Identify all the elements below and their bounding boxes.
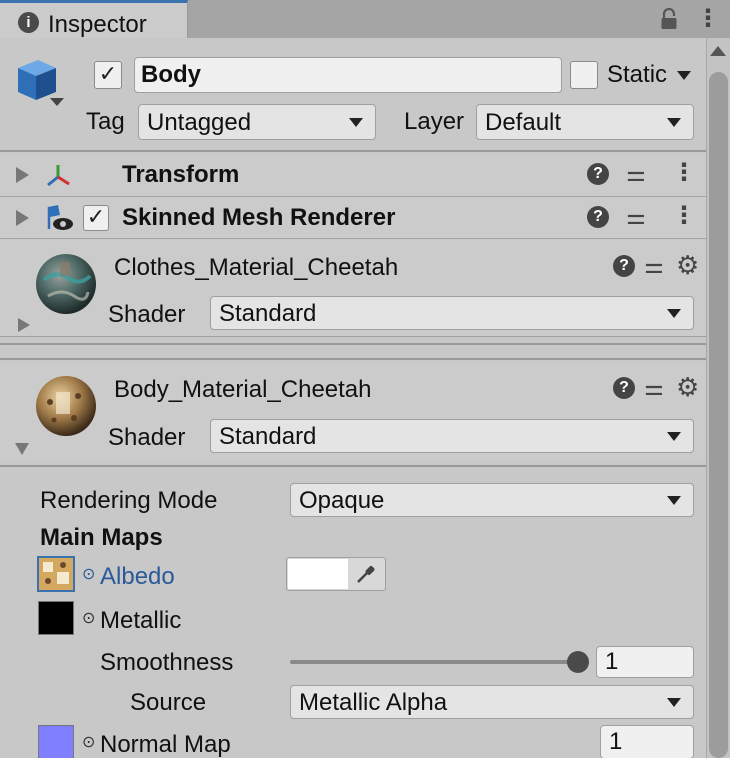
source-dropdown[interactable]: Metallic Alpha xyxy=(290,685,694,719)
material-preview-thumbnail[interactable] xyxy=(34,252,98,316)
static-checkbox[interactable] xyxy=(570,61,598,89)
component-title: Transform xyxy=(122,161,240,188)
rendering-mode-dropdown[interactable]: Opaque xyxy=(290,483,694,517)
normal-map-label: Normal Map xyxy=(100,731,231,758)
chevron-down-icon xyxy=(667,432,681,441)
gameobject-icon xyxy=(14,56,64,110)
scroll-up-arrow-icon[interactable] xyxy=(710,46,726,56)
source-value: Metallic Alpha xyxy=(299,689,448,716)
metallic-texture-slot[interactable] xyxy=(38,601,74,635)
checkmark-icon: ✓ xyxy=(86,204,106,229)
gear-icon[interactable]: ⚙ xyxy=(676,252,699,278)
preset-sliders-icon[interactable]: ⚌ xyxy=(626,206,646,228)
divider xyxy=(0,358,706,360)
transform-icon xyxy=(44,161,72,189)
material-name: Clothes_Material_Cheetah xyxy=(114,254,399,281)
metallic-label: Metallic xyxy=(100,607,182,634)
scrollbar-thumb[interactable] xyxy=(709,72,728,758)
shader-value: Standard xyxy=(219,423,317,450)
foldout-arrow-icon[interactable] xyxy=(16,167,29,183)
help-icon[interactable]: ? xyxy=(613,255,635,277)
layer-value: Default xyxy=(485,109,562,136)
texture-picker-icon[interactable]: ⊙ xyxy=(82,567,95,583)
material-name: Body_Material_Cheetah xyxy=(114,376,372,403)
foldout-arrow-icon[interactable] xyxy=(16,210,29,226)
shader-label: Shader xyxy=(108,301,186,328)
smoothness-slider-thumb[interactable] xyxy=(567,651,589,673)
gear-icon[interactable]: ⚙ xyxy=(676,374,699,400)
static-dropdown-arrow-icon[interactable] xyxy=(677,71,691,80)
main-maps-heading: Main Maps xyxy=(40,524,163,551)
rendering-mode-value: Opaque xyxy=(299,487,385,514)
help-icon[interactable]: ? xyxy=(587,163,609,185)
component-skinned-mesh-renderer[interactable]: ✓ Skinned Mesh Renderer ? ⚌ ⋮ xyxy=(0,197,706,239)
foldout-arrow-icon[interactable] xyxy=(18,318,30,332)
preset-sliders-icon[interactable]: ⚌ xyxy=(626,163,646,185)
divider xyxy=(0,343,706,345)
smoothness-slider-track[interactable] xyxy=(290,660,578,664)
tab-label: Inspector xyxy=(48,11,147,38)
layer-label: Layer xyxy=(404,108,465,135)
skinned-mesh-renderer-icon xyxy=(44,203,74,233)
albedo-label[interactable]: Albedo xyxy=(100,565,175,589)
tag-value: Untagged xyxy=(147,109,252,136)
normal-map-texture-slot[interactable] xyxy=(38,725,74,758)
albedo-color-field[interactable] xyxy=(286,557,386,591)
texture-picker-icon[interactable]: ⊙ xyxy=(82,611,95,627)
chevron-down-icon xyxy=(667,496,681,505)
divider xyxy=(0,465,706,467)
layer-dropdown[interactable]: Default xyxy=(476,104,694,140)
divider xyxy=(0,150,706,152)
eyedropper-icon[interactable] xyxy=(355,563,377,589)
tab-inspector[interactable]: i Inspector xyxy=(0,0,188,38)
component-transform[interactable]: Transform ? ⚌ ⋮ xyxy=(0,153,706,197)
active-checkbox[interactable]: ✓ xyxy=(94,61,122,89)
material-body: Body_Material_Cheetah ? ⚌ ⚙ Shader Stand… xyxy=(0,361,706,463)
shader-dropdown[interactable]: Standard xyxy=(210,296,694,330)
rendering-mode-label: Rendering Mode xyxy=(40,487,218,514)
shader-value: Standard xyxy=(219,300,317,327)
help-icon[interactable]: ? xyxy=(613,377,635,399)
texture-picker-icon[interactable]: ⊙ xyxy=(82,735,95,751)
albedo-texture-slot[interactable] xyxy=(37,556,75,592)
tag-label: Tag xyxy=(86,108,125,135)
chevron-down-icon xyxy=(667,118,681,127)
foldout-arrow-down-icon[interactable] xyxy=(15,443,29,455)
smoothness-label: Smoothness xyxy=(100,649,234,676)
static-label: Static xyxy=(607,61,668,88)
info-icon: i xyxy=(18,12,39,33)
object-name-field[interactable] xyxy=(134,57,562,93)
component-menu-icon[interactable]: ⋮ xyxy=(672,204,696,228)
normal-map-scale-field[interactable] xyxy=(600,725,694,758)
renderer-enabled-checkbox[interactable]: ✓ xyxy=(83,205,109,231)
material-preview-thumbnail[interactable] xyxy=(34,374,98,438)
component-menu-icon[interactable]: ⋮ xyxy=(672,161,696,185)
chevron-down-icon xyxy=(349,118,363,127)
preset-sliders-icon[interactable]: ⚌ xyxy=(644,255,664,277)
shader-dropdown[interactable]: Standard xyxy=(210,419,694,453)
chevron-down-icon xyxy=(667,698,681,707)
chevron-down-icon xyxy=(667,309,681,318)
window-menu-icon[interactable]: ⋮ xyxy=(696,7,720,31)
shader-label: Shader xyxy=(108,424,186,451)
color-swatch[interactable] xyxy=(288,559,348,589)
smoothness-value-field[interactable] xyxy=(596,646,694,678)
checkmark-icon: ✓ xyxy=(98,61,118,86)
preset-sliders-icon[interactable]: ⚌ xyxy=(644,377,664,399)
lock-icon[interactable] xyxy=(660,7,678,30)
material-clothes: Clothes_Material_Cheetah ? ⚌ ⚙ Shader St… xyxy=(0,240,706,336)
component-title: Skinned Mesh Renderer xyxy=(122,204,396,231)
material-properties: Rendering Mode Opaque Main Maps ⊙ Albedo… xyxy=(0,469,706,758)
source-label: Source xyxy=(130,689,207,716)
tag-dropdown[interactable]: Untagged xyxy=(138,104,376,140)
help-icon[interactable]: ? xyxy=(587,206,609,228)
